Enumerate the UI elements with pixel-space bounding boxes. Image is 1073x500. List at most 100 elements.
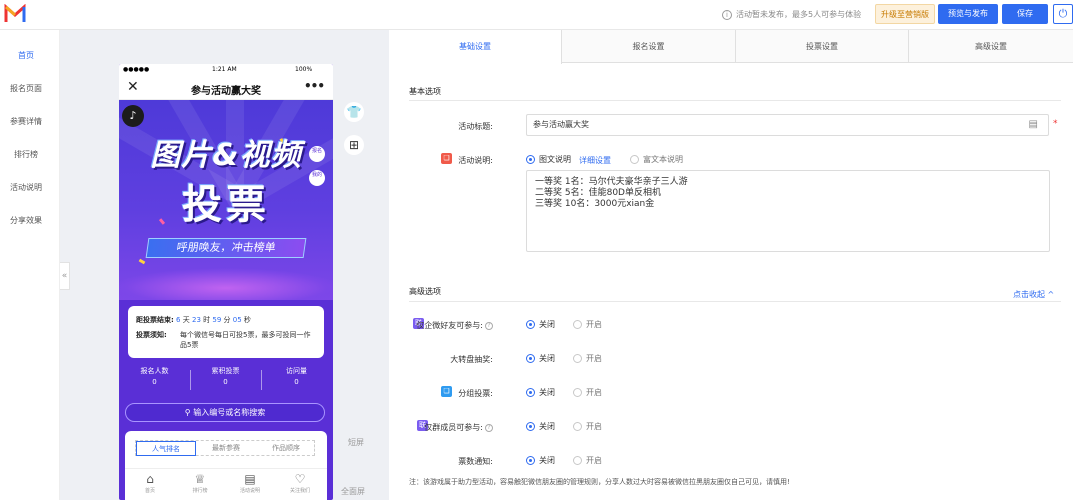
document-icon: ▤ <box>244 472 256 486</box>
stat-label: 累积投票 <box>211 367 240 375</box>
title-input[interactable]: 参与活动赢大奖 ▤ <box>526 114 1049 136</box>
title-value: 参与活动赢大奖 <box>533 120 589 129</box>
upgrade-button[interactable]: 升级至营销版 <box>875 4 935 24</box>
stat-total-votes: 累积投票 0 <box>190 366 261 388</box>
countdown-minutes: 59 <box>212 316 222 324</box>
collapse-sidebar-icon[interactable]: « <box>60 262 70 290</box>
status-time: 1:21 AM <box>212 66 237 73</box>
group-member-only-off[interactable]: 关闭 <box>526 421 555 432</box>
battery-level: 100% <box>295 66 313 73</box>
phone-nav-bar: ✕ 参与活动赢大奖 ••• <box>119 76 333 100</box>
title-label: 活动标题: <box>458 122 493 131</box>
trophy-icon: ♕ <box>194 472 206 486</box>
help-icon[interactable]: ? <box>485 423 493 432</box>
basic-section-title: 基本选项 <box>409 87 441 96</box>
radio-label: 富文本说明 <box>643 155 683 164</box>
more-icon[interactable]: ••• <box>304 79 325 93</box>
nav-item-home[interactable]: 首页 <box>0 50 52 61</box>
risk-note: 注：该游戏属于助力型活动，容易触犯微信朋友圈的管理规则，分享人数过大时容易被微信… <box>409 478 790 486</box>
stats-bar: 报名人数 0 累积投票 0 访问量 0 <box>119 366 333 396</box>
stat-label: 报名人数 <box>140 367 169 375</box>
adv-row-label: 分组投票: <box>458 389 493 398</box>
countdown-row: 距投票结束: 6 天 23 时 59 分 05 秒 <box>136 315 251 325</box>
detail-settings-link[interactable]: 详细设置 <box>579 155 611 166</box>
nav-item-activity-desc[interactable]: 活动说明 <box>0 182 52 193</box>
text-format-icon[interactable]: ▤ <box>1029 115 1038 135</box>
lucky-wheel-on[interactable]: 开启 <box>573 353 602 364</box>
banner-stage <box>119 268 333 300</box>
countdown-card: 距投票结束: 6 天 23 时 59 分 05 秒 投票须知: 每个微信号每日可… <box>128 306 324 358</box>
tab-advanced-settings[interactable]: 高级设置 <box>909 30 1073 63</box>
radio-label: 关闭 <box>539 388 555 397</box>
advanced-section-title: 高级选项 <box>409 287 441 296</box>
signal-indicator: ●●●●● <box>123 66 150 73</box>
desc-option-richtext[interactable]: 富文本说明 <box>630 154 683 165</box>
full-screen-option[interactable]: 全面屏 <box>341 486 365 497</box>
bottom-nav-label: 首页 <box>144 488 155 494</box>
collapse-link-label: 点击收起 <box>1013 290 1045 299</box>
phone-status-bar: ●●●●● 1:21 AM 100% <box>119 64 333 76</box>
bottom-nav-follow[interactable]: ♡ 关注我们 <box>275 471 325 494</box>
app-logo-icon <box>4 4 26 22</box>
tab-popularity[interactable]: 人气排名 <box>136 441 196 456</box>
help-icon[interactable]: ? <box>485 321 493 330</box>
adv-row-label-text: 仅群成员可参与: <box>424 423 483 432</box>
desc-label: 活动说明: <box>458 156 493 165</box>
stat-visits: 访问量 0 <box>261 366 332 388</box>
music-icon[interactable]: ♪ <box>122 105 144 127</box>
adv-row-label: 仅群成员可参与:? <box>389 422 493 433</box>
stat-signups: 报名人数 0 <box>119 366 190 388</box>
tab-signup-settings[interactable]: 报名设置 <box>562 30 736 63</box>
desc-textarea[interactable]: 一等奖 1名：马尔代夫豪华亲子三人游 二等奖 5名：佳能80D单反相机 三等奖 … <box>526 170 1050 252</box>
group-vote-on[interactable]: 开启 <box>573 387 602 398</box>
phone-preview: ●●●●● 1:21 AM 100% ✕ 参与活动赢大奖 ••• ♪ 报名 我的… <box>119 64 333 500</box>
entry-search-input[interactable]: ⚲ 输入编号或名称搜索 <box>125 403 325 422</box>
stat-value: 0 <box>223 378 228 386</box>
bottom-nav-leaderboard[interactable]: ♕ 排行榜 <box>175 471 225 494</box>
nav-item-leaderboard[interactable]: 排行榜 <box>0 149 52 160</box>
radio-label: 开启 <box>586 388 602 397</box>
radio-label: 关闭 <box>539 456 555 465</box>
countdown-seconds: 05 <box>232 316 242 324</box>
adv-row-label-text: 仅企微好友可参与: <box>416 321 483 330</box>
vote-notify-off[interactable]: 关闭 <box>526 455 555 466</box>
wechat-friend-only-on[interactable]: 开启 <box>573 319 602 330</box>
layout-grid-icon[interactable]: ⊞ <box>344 135 364 155</box>
bottom-nav-label: 排行榜 <box>192 488 208 494</box>
minutes-unit: 分 <box>223 316 231 324</box>
stat-label: 访问量 <box>286 367 307 375</box>
nav-item-share-effect[interactable]: 分享效果 <box>0 215 52 226</box>
radio-label: 开启 <box>586 354 602 363</box>
nav-item-entry-detail[interactable]: 参赛详情 <box>0 116 52 127</box>
vote-rule-text: 每个微信号每日可投5票，最多可投同一作品5票 <box>180 331 311 349</box>
countdown-days: 6 <box>176 316 181 324</box>
activity-banner: ♪ 报名 我的 图片&视频 投票 呼朋唤友，冲击榜单 <box>119 100 333 300</box>
nav-item-signup-page[interactable]: 报名页面 <box>0 83 52 94</box>
hours-unit: 时 <box>203 316 211 324</box>
preview-publish-button[interactable]: 预览与发布 <box>938 4 998 24</box>
settings-tabs: 基础设置 报名设置 投票设置 高级设置 <box>389 30 1073 64</box>
save-button[interactable]: 保存 <box>1002 4 1048 24</box>
seconds-unit: 秒 <box>243 316 251 324</box>
wechat-friend-only-off[interactable]: 关闭 <box>526 319 555 330</box>
group-member-only-on[interactable]: 开启 <box>573 421 602 432</box>
bottom-nav-home[interactable]: ⌂ 首页 <box>125 471 175 494</box>
phone-bottom-nav: ⌂ 首页 ♕ 排行榜 ▤ 活动说明 ♡ 关注我们 <box>125 468 327 500</box>
power-icon[interactable]: ⏻ <box>1053 4 1073 24</box>
tab-basic-settings[interactable]: 基础设置 <box>389 30 562 64</box>
tab-order[interactable]: 作品顺序 <box>256 441 316 456</box>
bottom-nav-description[interactable]: ▤ 活动说明 <box>225 471 275 494</box>
radio-label: 关闭 <box>539 320 555 329</box>
lucky-wheel-off[interactable]: 关闭 <box>526 353 555 364</box>
adv-row-label: 仅企微好友可参与:? <box>389 320 493 331</box>
theme-shirt-icon[interactable]: 👕 <box>344 102 364 122</box>
heart-icon: ♡ <box>294 472 306 486</box>
short-screen-option[interactable]: 短屏 <box>348 437 364 448</box>
desc-option-graphic[interactable]: 图文说明 <box>526 154 571 165</box>
collapse-link[interactable]: 点击收起 ^ <box>1013 289 1054 300</box>
tab-latest[interactable]: 最新参赛 <box>196 441 256 456</box>
required-mark: * <box>1053 119 1058 129</box>
group-vote-off[interactable]: 关闭 <box>526 387 555 398</box>
vote-notify-on[interactable]: 开启 <box>573 455 602 466</box>
tab-vote-settings[interactable]: 投票设置 <box>736 30 909 63</box>
